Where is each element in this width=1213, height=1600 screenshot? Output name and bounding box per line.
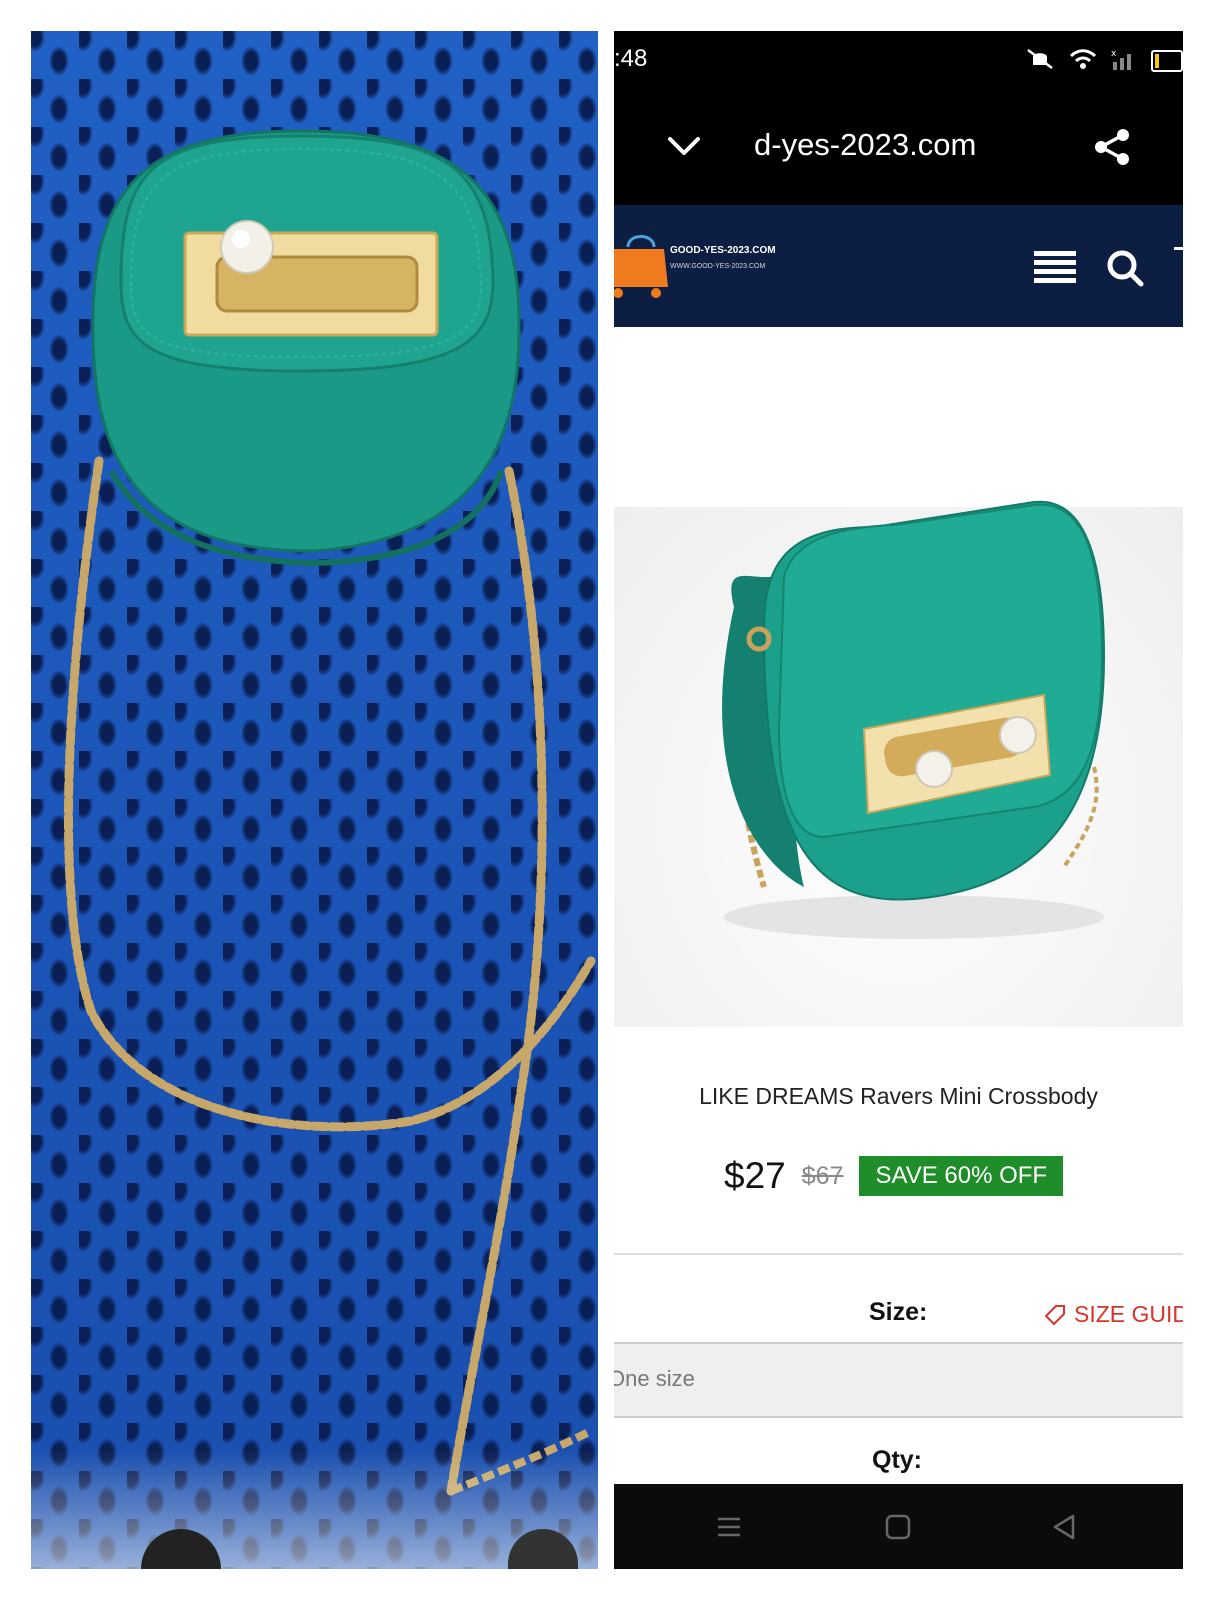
original-price: $67 [801,1161,844,1190]
svg-text:x: x [1111,49,1117,59]
size-guide-text[interactable]: SIZE GUID [1074,1301,1183,1328]
size-select-value[interactable]: One size [614,1366,695,1392]
cart-icon-partial[interactable] [1174,247,1183,260]
logo-name[interactable]: GOOD-YES-2023.COM [670,245,776,256]
product-image[interactable] [614,327,1183,1041]
chevron-down-icon[interactable] [664,125,704,165]
system-nav-bar [614,1484,1183,1569]
signal-icon: x [1111,48,1137,74]
divider [614,1253,1183,1255]
site-header: GOOD-YES-2023.COM WWW.GOOD-YES-2023.COM [614,205,1183,327]
url-text[interactable]: d-yes-2023.com [754,127,976,163]
back-icon[interactable] [1047,1510,1081,1544]
recent-apps-icon[interactable] [712,1510,746,1544]
share-icon[interactable] [1092,127,1132,167]
product-title: LIKE DREAMS Ravers Mini Crossbody [699,1083,1098,1109]
current-price: $27 [724,1155,786,1196]
search-icon[interactable] [1106,249,1144,287]
size-label: Size: [869,1298,928,1326]
phone-screenshot: :48 x d-yes-2023.com GOOD-YES-2023.COM W… [614,31,1183,1569]
status-icons: x [1025,47,1183,75]
logo-url: WWW.GOOD-YES-2023.COM [670,263,766,270]
qty-label: Qty: [872,1446,922,1474]
wifi-icon [1069,48,1097,74]
status-time: :48 [614,45,648,72]
browser-url-bar: d-yes-2023.com [614,89,1183,205]
home-icon[interactable] [881,1510,915,1544]
save-badge: SAVE 60% OFF [859,1156,1064,1196]
bag-on-sweater-illustration [63,129,596,1496]
tag-icon [1044,1304,1065,1325]
price-row: $27 $67 SAVE 60% OFF [724,1153,1064,1199]
battery-icon [1151,50,1183,72]
status-bar: :48 x [614,31,1183,89]
size-select[interactable]: One size [614,1342,1183,1418]
bag-photo [31,31,598,1569]
product-bag-illustration [722,500,1106,939]
menu-icon[interactable] [1034,251,1076,283]
shopping-bag-logo-icon[interactable] [614,229,672,299]
size-guide-link[interactable]: SIZE GUID [1044,1301,1183,1328]
mute-icon [1025,47,1055,75]
